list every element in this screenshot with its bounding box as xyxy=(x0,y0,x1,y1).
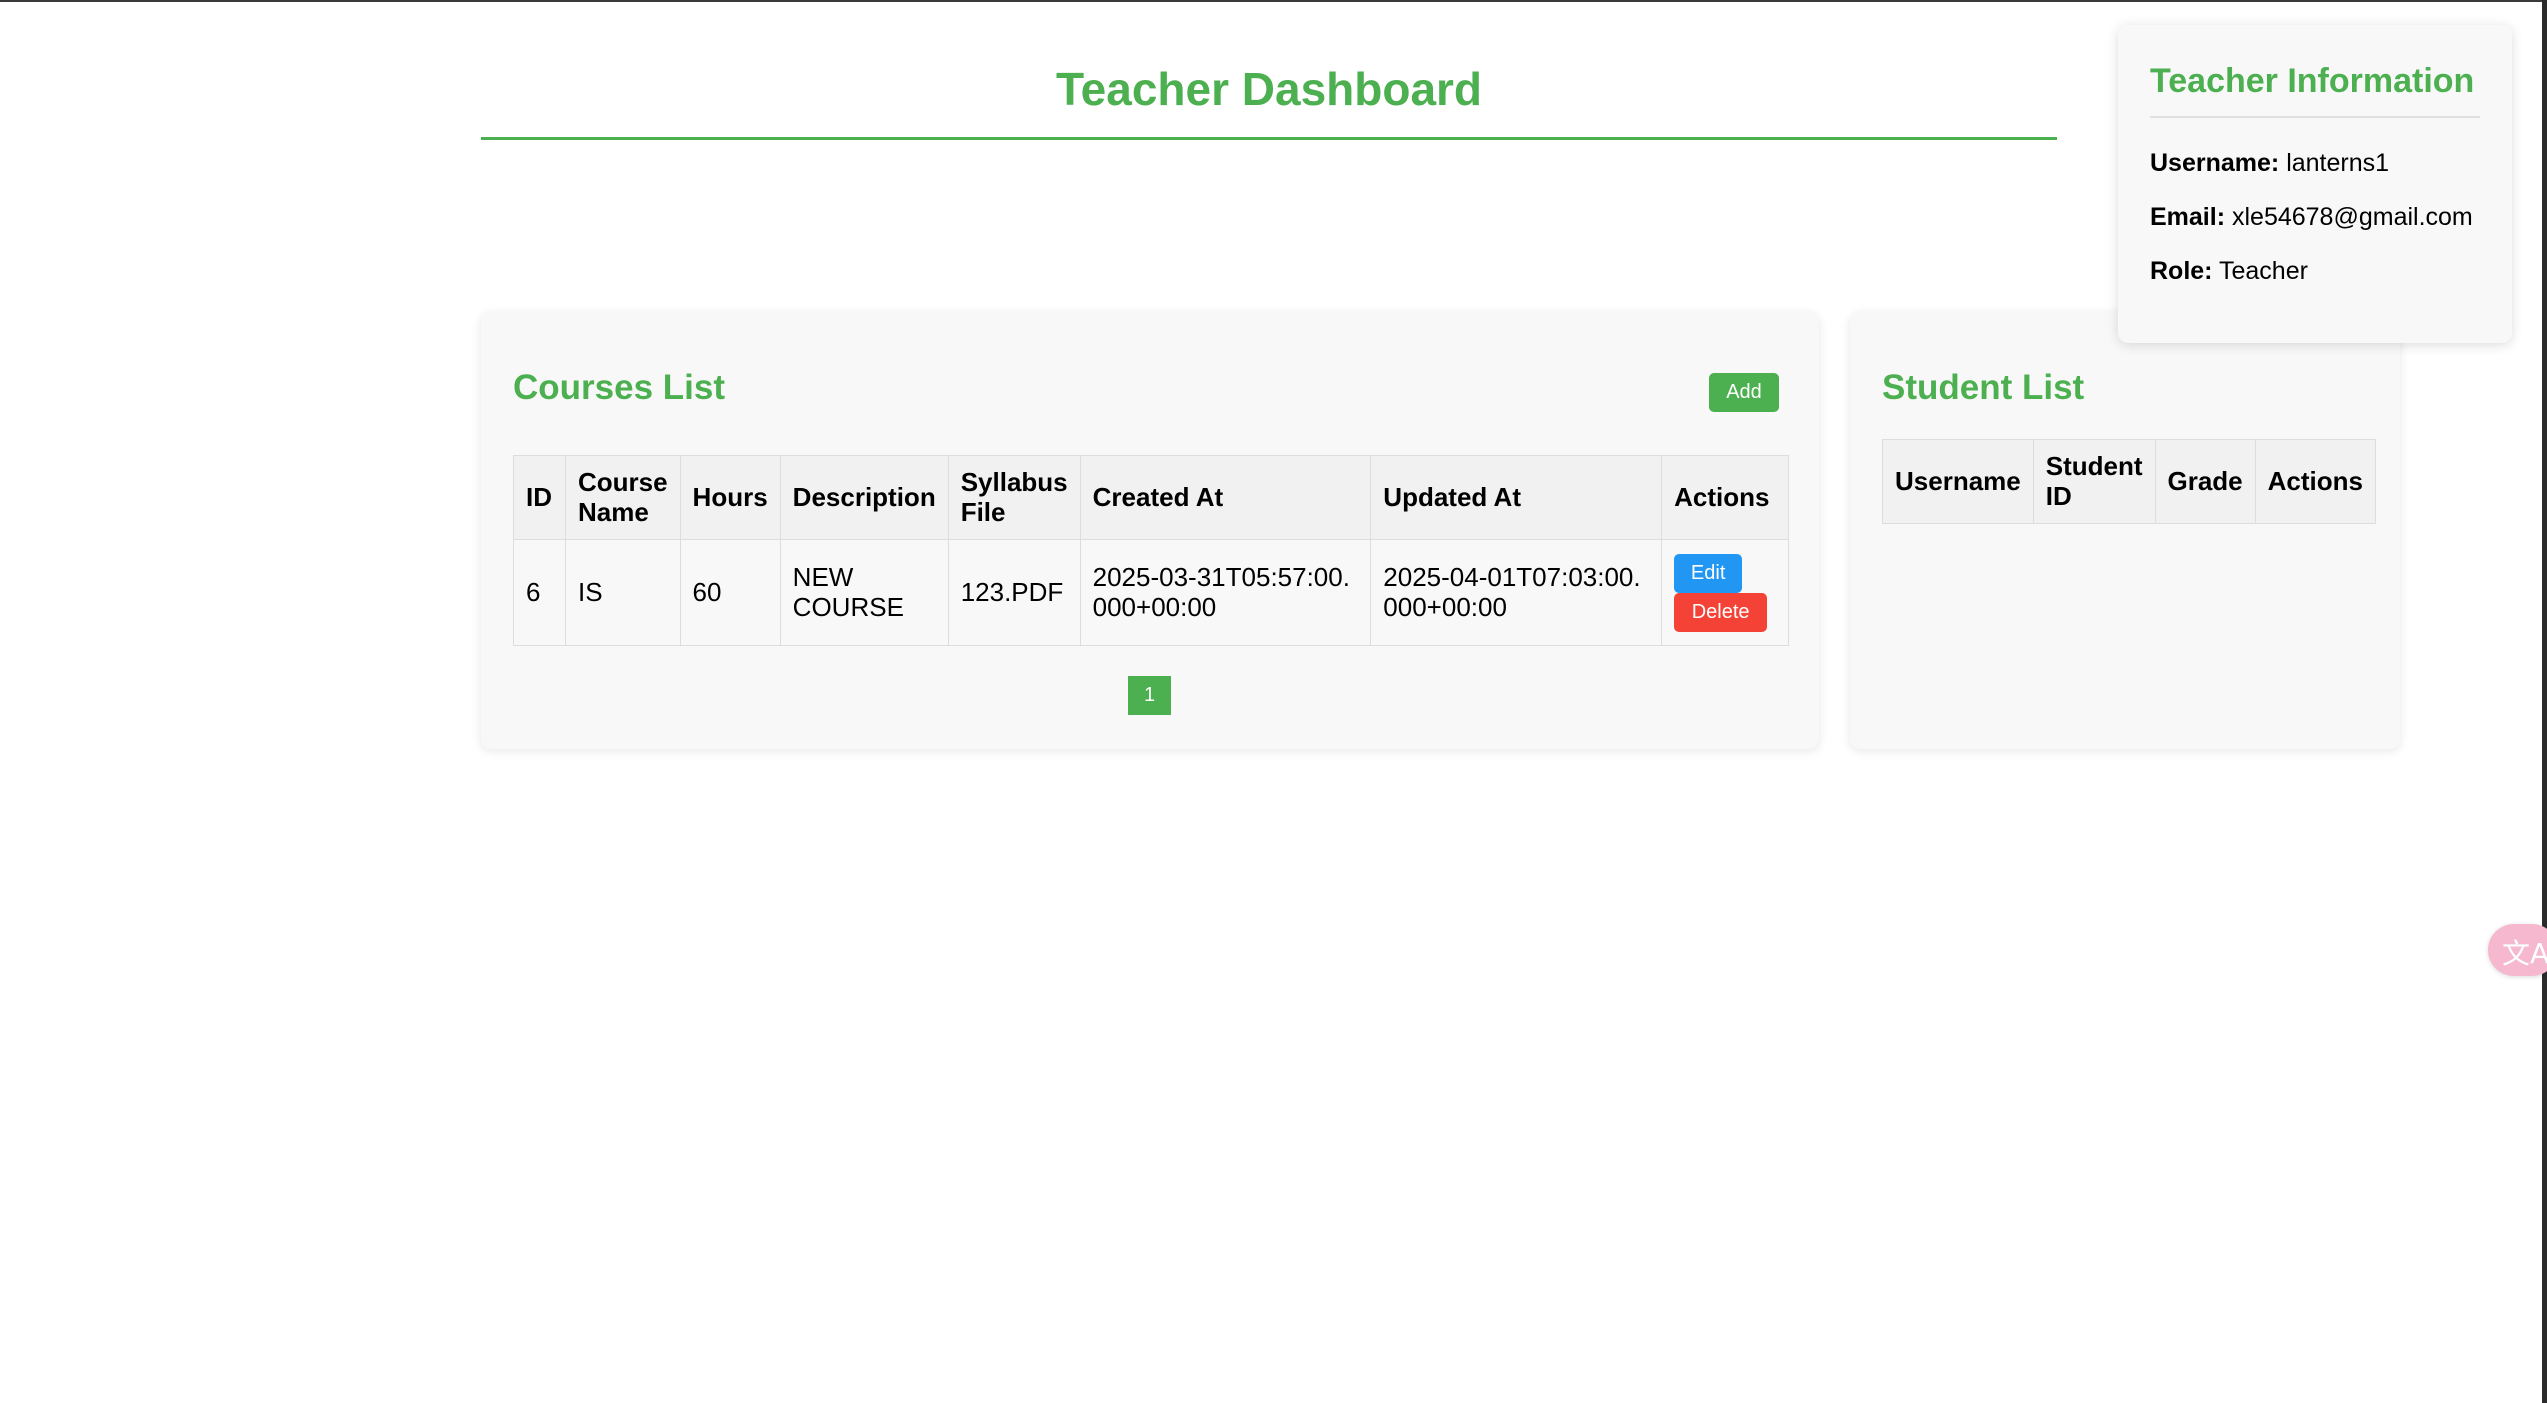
page-title: Teacher Dashboard xyxy=(1055,63,1483,115)
column-header-hours: Hours xyxy=(679,455,781,540)
column-header-username: Username xyxy=(1882,439,2034,524)
role-value: Teacher xyxy=(2219,256,2308,285)
title-divider xyxy=(481,137,2057,140)
email-value: xle54678@gmail.com xyxy=(2231,202,2473,231)
cell-created-at: 2025-03-31T05:57:00.000+00:00 xyxy=(1079,539,1372,646)
username-value: lanterns1 xyxy=(2286,148,2390,177)
translate-widget-button[interactable]: 文A xyxy=(2488,924,2547,976)
students-title: Student List xyxy=(1882,368,2085,407)
cell-hours: 60 xyxy=(679,539,781,646)
teacher-role-row: Role: Teacher xyxy=(2150,256,2480,286)
pagination-page-button[interactable]: 1 xyxy=(1128,676,1171,715)
teacher-email-row: Email: xle54678@gmail.com xyxy=(2150,202,2480,232)
translate-icon: 文A xyxy=(2502,937,2547,970)
column-header-grade: Grade xyxy=(2154,439,2256,524)
cell-actions: Edit Delete xyxy=(1661,539,1789,646)
courses-table: ID Course Name Hours Description Syllabu… xyxy=(513,455,1789,646)
column-header-course-name: Course Name xyxy=(564,455,681,540)
window-top-edge xyxy=(0,0,2547,2)
column-header-created-at: Created At xyxy=(1079,455,1372,540)
column-header-id: ID xyxy=(513,455,566,540)
cell-course-name: IS xyxy=(564,539,681,646)
cell-description: NEW COURSE xyxy=(779,539,949,646)
add-course-button[interactable]: Add xyxy=(1709,373,1779,412)
courses-title: Courses List xyxy=(513,368,725,407)
delete-button[interactable]: Delete xyxy=(1674,592,1768,632)
cell-updated-at: 2025-04-01T07:03:00.000+00:00 xyxy=(1370,539,1663,646)
email-label: Email: xyxy=(2150,202,2226,231)
role-label: Role: xyxy=(2150,256,2213,285)
column-header-student-id: Student ID xyxy=(2032,439,2156,524)
cell-syllabus-file: 123.PDF xyxy=(947,539,1081,646)
teacher-username-row: Username: lanterns1 xyxy=(2150,148,2480,178)
students-table: Username Student ID Grade Actions xyxy=(1882,439,2377,524)
teacher-info-divider xyxy=(2150,115,2480,118)
teacher-info-title: Teacher Information xyxy=(2150,62,2475,100)
edit-button[interactable]: Edit xyxy=(1674,553,1743,593)
column-header-actions: Actions xyxy=(1661,455,1789,540)
window-right-edge xyxy=(2542,0,2547,1403)
students-header-row: Username Student ID Grade Actions xyxy=(1882,439,2377,524)
courses-panel: Courses List Add ID Course Name Hours De… xyxy=(481,312,1819,749)
cell-id: 6 xyxy=(513,539,566,646)
courses-header-row: ID Course Name Hours Description Syllabu… xyxy=(513,455,1789,540)
column-header-student-actions: Actions xyxy=(2254,439,2377,524)
teacher-info-card: Teacher Information Username: lanterns1 … xyxy=(2118,25,2512,343)
column-header-description: Description xyxy=(779,455,949,540)
column-header-syllabus-file: Syllabus File xyxy=(947,455,1081,540)
column-header-updated-at: Updated At xyxy=(1370,455,1663,540)
table-row: 6 IS 60 NEW COURSE 123.PDF 2025-03-31T05… xyxy=(513,539,1789,646)
username-label: Username: xyxy=(2150,148,2280,177)
students-panel: Student List Username Student ID Grade A… xyxy=(1850,312,2400,749)
